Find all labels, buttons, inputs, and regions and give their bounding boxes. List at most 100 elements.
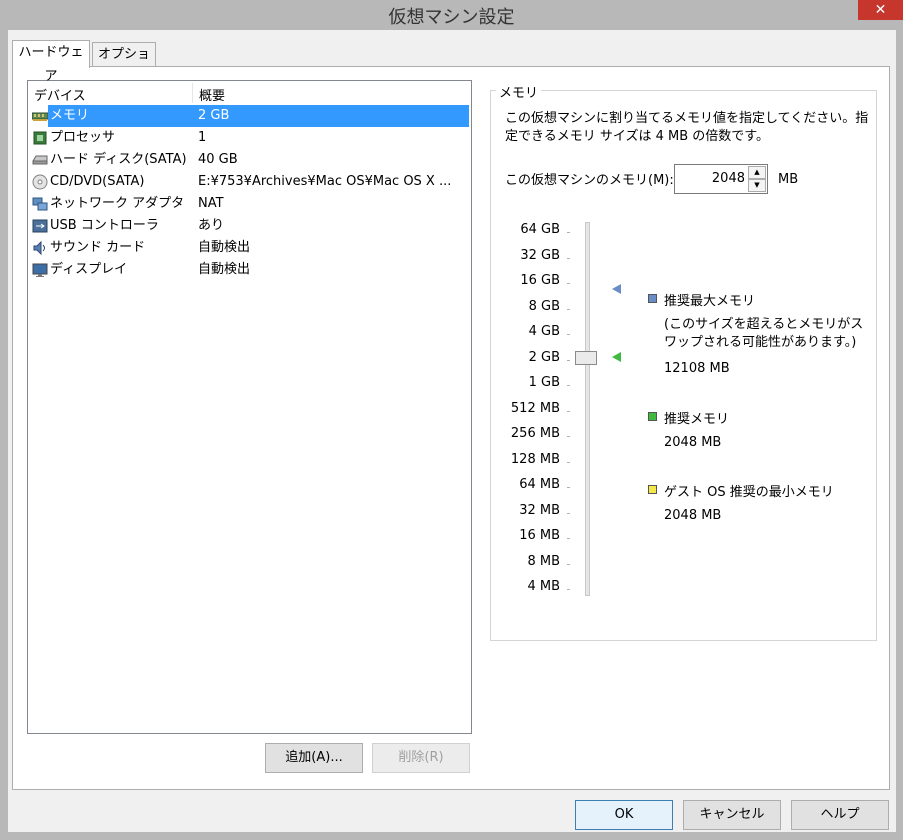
device-row-processor[interactable]: プロセッサ 1 xyxy=(28,127,471,149)
device-row-memory[interactable]: メモリ 2 GB xyxy=(28,105,471,127)
scale-label: 4 GB xyxy=(528,324,560,339)
scale-label: 128 MB xyxy=(510,452,560,467)
tab-options[interactable]: オプション xyxy=(92,42,156,86)
tab-hardware[interactable]: ハードウェア xyxy=(12,40,90,84)
max-recommended-marker-icon xyxy=(612,284,621,294)
column-header-device[interactable]: デバイス xyxy=(34,85,86,104)
scale-tick xyxy=(567,385,570,386)
cancel-button[interactable]: キャンセル xyxy=(683,800,781,830)
scale-tick xyxy=(567,487,570,488)
network-adapter-icon xyxy=(32,196,48,212)
sound-card-icon xyxy=(32,240,48,256)
device-row-cd-dvd[interactable]: CD/DVD(SATA) E:¥753¥Archives¥Mac OS¥Mac … xyxy=(28,171,471,193)
close-icon: ✕ xyxy=(874,2,887,18)
scale-label: 64 GB xyxy=(520,222,560,237)
title-bar[interactable]: 仮想マシン設定 ✕ xyxy=(0,0,903,30)
help-button[interactable]: ヘルプ xyxy=(791,800,889,830)
scale-label: 1 GB xyxy=(528,375,560,390)
spin-up-icon[interactable]: ▲ xyxy=(748,166,766,179)
hard-disk-icon xyxy=(32,152,48,168)
memory-unit: MB xyxy=(778,172,799,187)
max-recommended-value: 12108 MB xyxy=(664,361,730,376)
recommended-value: 2048 MB xyxy=(664,435,722,450)
device-summary: 1 xyxy=(198,130,207,145)
scale-tick xyxy=(567,360,570,361)
device-name: メモリ xyxy=(48,105,193,127)
device-list[interactable]: デバイス 概要 メモリ 2 GB プロセッサ 1 ハード ディスク(SATA) xyxy=(27,80,472,734)
device-summary: E:¥753¥Archives¥Mac OS¥Mac OS X ... xyxy=(198,174,452,189)
recommended-marker-icon xyxy=(612,352,621,362)
processor-icon xyxy=(32,130,48,146)
scale-label: 8 MB xyxy=(527,554,560,569)
scale-tick xyxy=(567,232,570,233)
device-row-display[interactable]: ディスプレイ 自動検出 xyxy=(28,259,471,281)
device-name: CD/DVD(SATA) xyxy=(50,174,145,189)
scale-tick xyxy=(567,283,570,284)
remove-device-button[interactable]: 削除(R) xyxy=(372,743,470,773)
device-summary: NAT xyxy=(198,196,224,211)
memory-slider-thumb[interactable] xyxy=(575,351,597,365)
scale-label: 4 MB xyxy=(527,579,560,594)
scale-tick xyxy=(567,462,570,463)
scale-label: 16 GB xyxy=(520,273,560,288)
memory-slider-track[interactable] xyxy=(585,222,590,596)
column-header-summary[interactable]: 概要 xyxy=(199,85,225,104)
ok-button[interactable]: OK xyxy=(575,800,673,830)
scale-label: 32 MB xyxy=(519,503,560,518)
memory-value[interactable]: 2048 xyxy=(712,171,745,186)
column-separator[interactable] xyxy=(192,83,193,103)
scale-label: 8 GB xyxy=(528,299,560,314)
max-recommended-legend-icon xyxy=(648,294,657,303)
device-row-hard-disk[interactable]: ハード ディスク(SATA) 40 GB xyxy=(28,149,471,171)
guest-min-value: 2048 MB xyxy=(664,508,722,523)
device-name: USB コントローラ xyxy=(50,218,159,233)
scale-tick xyxy=(567,564,570,565)
hardware-tab-panel: デバイス 概要 メモリ 2 GB プロセッサ 1 ハード ディスク(SATA) xyxy=(12,66,890,790)
device-row-sound-card[interactable]: サウンド カード 自動検出 xyxy=(28,237,471,259)
memory-description: この仮想マシンに割り当てるメモリ値を指定してください。指定できるメモリ サイズは… xyxy=(505,111,869,144)
scale-label: 32 GB xyxy=(520,248,560,263)
guest-min-label: ゲスト OS 推奨の最小メモリ xyxy=(664,485,834,500)
scale-tick xyxy=(567,334,570,335)
guest-min-legend-icon xyxy=(648,485,657,494)
memory-field-label: この仮想マシンのメモリ(M): xyxy=(505,173,674,188)
memory-group-title: メモリ xyxy=(496,82,542,101)
scale-tick xyxy=(567,538,570,539)
device-name: ディスプレイ xyxy=(50,262,128,277)
display-icon xyxy=(32,262,48,278)
device-row-network-adapter[interactable]: ネットワーク アダプタ NAT xyxy=(28,193,471,215)
vm-settings-window: 仮想マシン設定 ✕ ハードウェア オプション デバイス 概要 メモリ 2 GB xyxy=(0,0,903,840)
device-summary: 自動検出 xyxy=(198,262,251,277)
device-name: ネットワーク アダプタ xyxy=(50,196,185,211)
device-name: ハード ディスク(SATA) xyxy=(50,152,187,167)
scale-tick xyxy=(567,436,570,437)
device-summary: あり xyxy=(198,218,225,233)
scale-label: 2 GB xyxy=(528,350,560,365)
device-summary: 2 GB xyxy=(192,105,469,127)
recommended-label: 推奨メモリ xyxy=(664,412,730,427)
spin-down-icon[interactable]: ▼ xyxy=(748,179,766,192)
scale-tick xyxy=(567,258,570,259)
device-list-header: デバイス 概要 xyxy=(28,81,471,105)
scale-label: 256 MB xyxy=(510,426,560,441)
memory-spinbox[interactable]: 2048 ▲ ▼ xyxy=(674,164,768,194)
scale-tick xyxy=(567,589,570,590)
add-device-button[interactable]: 追加(A)... xyxy=(265,743,363,773)
recommended-legend-icon xyxy=(648,412,657,421)
close-button[interactable]: ✕ xyxy=(858,0,903,20)
memory-icon xyxy=(32,108,48,124)
scale-tick xyxy=(567,309,570,310)
device-name: サウンド カード xyxy=(50,240,146,255)
scale-label: 512 MB xyxy=(510,401,560,416)
device-name: プロセッサ xyxy=(50,130,116,145)
scale-label: 16 MB xyxy=(519,528,560,543)
scale-tick xyxy=(567,411,570,412)
dialog-client: ハードウェア オプション デバイス 概要 メモリ 2 GB プロセッサ 1 xyxy=(8,30,896,832)
usb-icon xyxy=(32,218,48,234)
window-title: 仮想マシン設定 xyxy=(388,7,515,28)
memory-groupbox: メモリ この仮想マシンに割り当てるメモリ値を指定してください。指定できるメモリ … xyxy=(490,82,877,641)
max-recommended-note: (このサイズを超えるとメモリがスワップされる可能性があります。) xyxy=(664,317,864,350)
device-row-usb-controller[interactable]: USB コントローラ あり xyxy=(28,215,471,237)
scale-label: 64 MB xyxy=(519,477,560,492)
device-summary: 40 GB xyxy=(198,152,238,167)
